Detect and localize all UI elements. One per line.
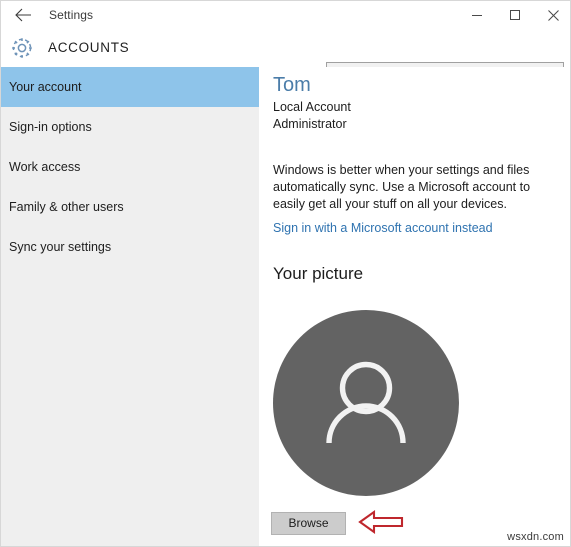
account-role: Administrator [273,117,347,131]
watermark: wsxdn.com [507,531,564,543]
account-type: Local Account [273,100,351,114]
main-content: Tom Local Account Administrator Windows … [259,67,571,547]
sidebar-item-label: Sign-in options [9,120,92,134]
person-silhouette-icon [273,310,459,496]
left-pointing-arrow-annotation [357,507,405,542]
sidebar-item-label: Work access [9,160,80,174]
sign-in-microsoft-link[interactable]: Sign in with a Microsoft account instead [273,221,493,235]
minimize-button[interactable] [458,1,496,29]
sidebar-item-family-other-users[interactable]: Family & other users [1,187,259,227]
maximize-icon [509,9,521,21]
window-controls [458,1,571,29]
gear-icon [9,35,35,61]
minimize-icon [471,9,483,21]
sidebar-item-sign-in-options[interactable]: Sign-in options [1,107,259,147]
sidebar-item-label: Family & other users [9,200,124,214]
page-header: ACCOUNTS [1,29,571,67]
settings-window: Settings [0,0,571,547]
sync-description: Windows is better when your settings and… [273,162,558,213]
back-button[interactable] [1,1,45,29]
close-icon [547,9,560,22]
sidebar-item-work-access[interactable]: Work access [1,147,259,187]
app-title: Settings [49,8,93,22]
sidebar-item-label: Your account [9,80,82,94]
avatar [273,310,459,496]
sidebar-item-label: Sync your settings [9,240,111,254]
back-arrow-icon [15,8,32,22]
page-title: ACCOUNTS [48,40,129,55]
browse-button[interactable]: Browse [271,512,346,535]
title-bar: Settings [1,1,571,29]
sidebar-nav: Your account Sign-in options Work access… [1,67,259,547]
sidebar-item-your-account[interactable]: Your account [1,67,259,107]
account-name: Tom [273,74,311,97]
close-button[interactable] [534,1,571,29]
sidebar-item-sync-your-settings[interactable]: Sync your settings [1,227,259,267]
maximize-button[interactable] [496,1,534,29]
your-picture-heading: Your picture [273,264,363,284]
